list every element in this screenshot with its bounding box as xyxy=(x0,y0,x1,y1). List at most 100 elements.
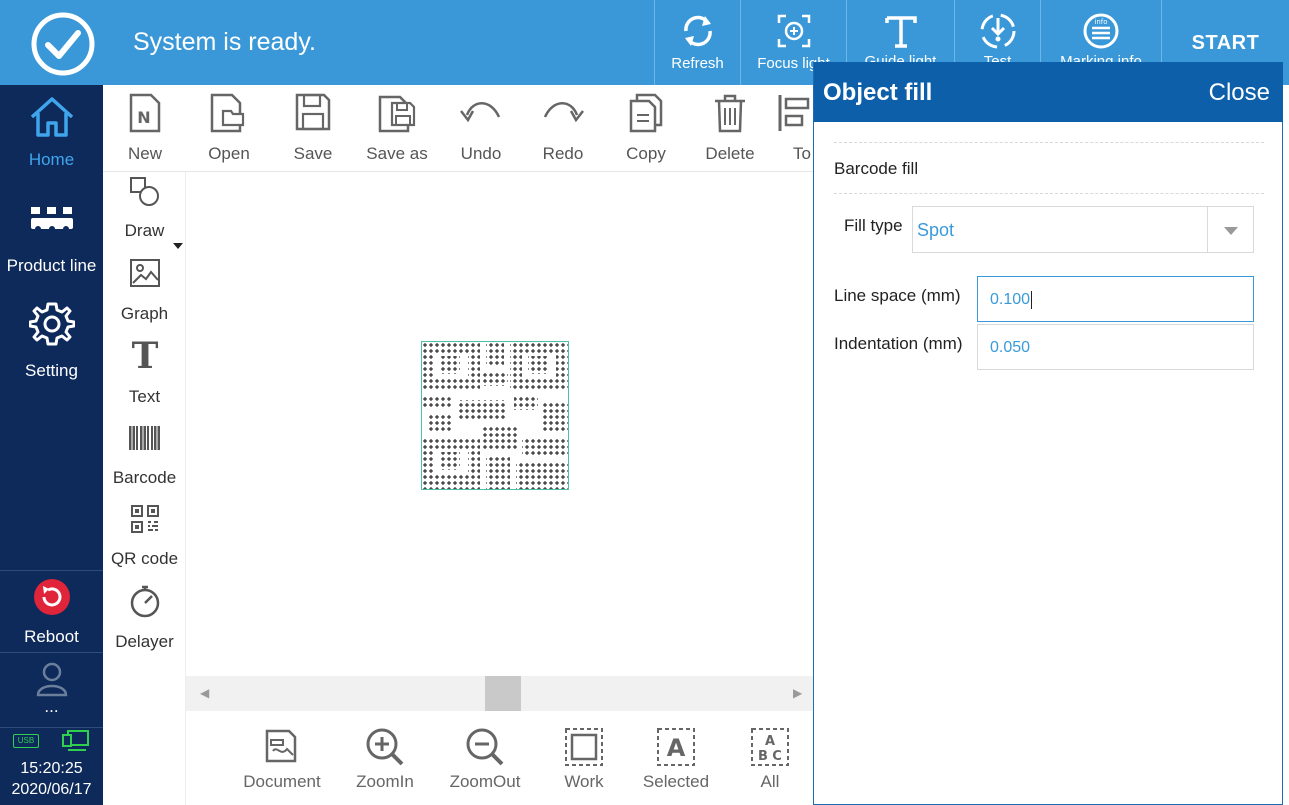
horizontal-scrollbar[interactable]: ◀ ▶ xyxy=(186,676,814,711)
chevron-down-icon[interactable] xyxy=(1207,207,1253,252)
work-area-icon xyxy=(564,727,604,767)
save-label: Save xyxy=(293,144,333,163)
open-button[interactable]: Open xyxy=(187,85,271,172)
document-button[interactable]: Document xyxy=(236,711,328,805)
document-label: Document xyxy=(243,772,321,791)
all-button[interactable]: ABC All xyxy=(734,711,806,805)
text-cursor xyxy=(1031,290,1033,309)
work-button[interactable]: Work xyxy=(544,711,624,805)
open-label: Open xyxy=(208,144,250,163)
design-canvas[interactable] xyxy=(186,172,814,676)
indentation-label: Indentation (mm) xyxy=(834,334,963,353)
fill-type-select[interactable]: Spot xyxy=(912,206,1254,253)
usb-status-icon: USB xyxy=(13,734,39,748)
svg-text:A: A xyxy=(667,734,686,762)
delayer-label: Delayer xyxy=(115,632,174,651)
selected-button[interactable]: A Selected xyxy=(636,711,716,805)
all-label: All xyxy=(760,772,780,791)
save-button[interactable]: Save xyxy=(271,85,355,172)
align-button[interactable]: To xyxy=(772,85,814,172)
zoom-in-button[interactable]: ZoomIn xyxy=(344,711,426,805)
all-icon: ABC xyxy=(750,727,790,767)
svg-text:B: B xyxy=(758,749,768,764)
graph-label: Graph xyxy=(120,304,169,323)
draw-tool[interactable]: Draw xyxy=(103,176,186,241)
sidebar-item-label: Home xyxy=(28,150,75,169)
svg-text:T: T xyxy=(131,338,158,372)
refresh-label: Refresh xyxy=(671,55,724,72)
scroll-thumb[interactable] xyxy=(485,676,521,711)
tool-panel: Draw Graph T Text Barcode QR code Delaye… xyxy=(103,172,186,805)
refresh-button[interactable]: Refresh xyxy=(654,0,740,85)
sidebar-item-product-line[interactable]: Product line xyxy=(0,203,103,276)
document-icon xyxy=(263,727,301,765)
barcode-object[interactable] xyxy=(421,341,569,490)
scroll-left-icon[interactable]: ◀ xyxy=(200,686,214,700)
gear-icon xyxy=(28,301,75,347)
redo-icon xyxy=(541,93,585,131)
new-button[interactable]: N New xyxy=(103,85,187,172)
barcode-icon xyxy=(128,424,162,452)
divider xyxy=(834,193,1264,194)
network-status-icon xyxy=(62,730,90,752)
redo-button[interactable]: Redo xyxy=(521,85,605,172)
delayer-tool[interactable]: Delayer xyxy=(103,584,186,652)
user-button[interactable]: ... xyxy=(0,661,103,715)
trash-icon xyxy=(713,93,747,133)
stopwatch-icon xyxy=(129,584,161,618)
draw-dropdown-icon[interactable] xyxy=(173,243,183,249)
dialog-title: Object fill xyxy=(823,79,933,106)
object-fill-dialog: Object fill Close Barcode fill Fill type… xyxy=(813,62,1283,805)
save-as-label: Save as xyxy=(366,144,428,163)
clock-date: 2020/06/17 xyxy=(11,781,92,798)
text-tool[interactable]: T Text xyxy=(103,338,186,407)
divider xyxy=(834,142,1264,143)
selected-icon: A xyxy=(656,727,696,767)
copy-label: Copy xyxy=(626,144,666,163)
barcode-label: Barcode xyxy=(112,468,177,487)
svg-text:A: A xyxy=(765,734,775,749)
save-as-button[interactable]: Save as xyxy=(355,85,439,172)
indentation-input[interactable]: 0.050 xyxy=(977,324,1254,370)
barcode-tool[interactable]: Barcode xyxy=(103,424,186,488)
selected-label: Selected xyxy=(642,772,710,791)
dialog-close-button[interactable]: Close xyxy=(1209,79,1270,107)
section-title: Barcode fill xyxy=(834,159,919,178)
copy-button[interactable]: Copy xyxy=(604,85,688,172)
reboot-icon xyxy=(32,577,72,617)
sidebar-divider xyxy=(0,570,103,571)
delete-button[interactable]: Delete xyxy=(688,85,772,172)
open-folder-icon xyxy=(209,93,249,133)
line-space-input[interactable]: 0.100 xyxy=(977,276,1254,322)
align-icon xyxy=(776,93,812,133)
qr-code-label: QR code xyxy=(110,549,179,568)
zoom-out-label: ZoomOut xyxy=(449,772,521,791)
test-icon xyxy=(976,12,1020,50)
zoom-in-label: ZoomIn xyxy=(356,772,414,791)
qr-code-tool[interactable]: QR code xyxy=(103,504,186,569)
sidebar: Home Product line Setting Reboot ... USB… xyxy=(0,85,103,805)
graph-tool[interactable]: Graph xyxy=(103,258,186,324)
undo-button[interactable]: Undo xyxy=(439,85,523,172)
scroll-right-icon[interactable]: ▶ xyxy=(793,686,807,700)
product-line-icon xyxy=(27,203,77,239)
fill-type-value: Spot xyxy=(917,220,955,240)
zoom-in-icon xyxy=(364,727,406,767)
sidebar-item-home[interactable]: Home xyxy=(0,95,103,170)
clock-time: 15:20:25 xyxy=(20,760,83,777)
reboot-label: Reboot xyxy=(24,627,79,646)
new-file-icon: N xyxy=(128,93,162,133)
text-icon: T xyxy=(128,338,162,372)
sidebar-item-setting[interactable]: Setting xyxy=(0,301,103,381)
refresh-icon xyxy=(678,12,718,50)
zoom-out-button[interactable]: ZoomOut xyxy=(442,711,528,805)
svg-text:N: N xyxy=(137,108,150,127)
ready-check-icon xyxy=(30,11,96,77)
reboot-button[interactable]: Reboot xyxy=(0,577,103,647)
image-icon xyxy=(129,258,161,288)
main-toolbar: N New Open Save Save as Undo Redo Copy D… xyxy=(103,85,814,172)
bottom-toolbar: Document ZoomIn ZoomOut Work A Selected … xyxy=(186,711,814,805)
undo-label: Undo xyxy=(460,144,502,163)
sidebar-item-label: Product line xyxy=(6,256,97,275)
line-space-value: 0.100 xyxy=(990,291,1031,308)
